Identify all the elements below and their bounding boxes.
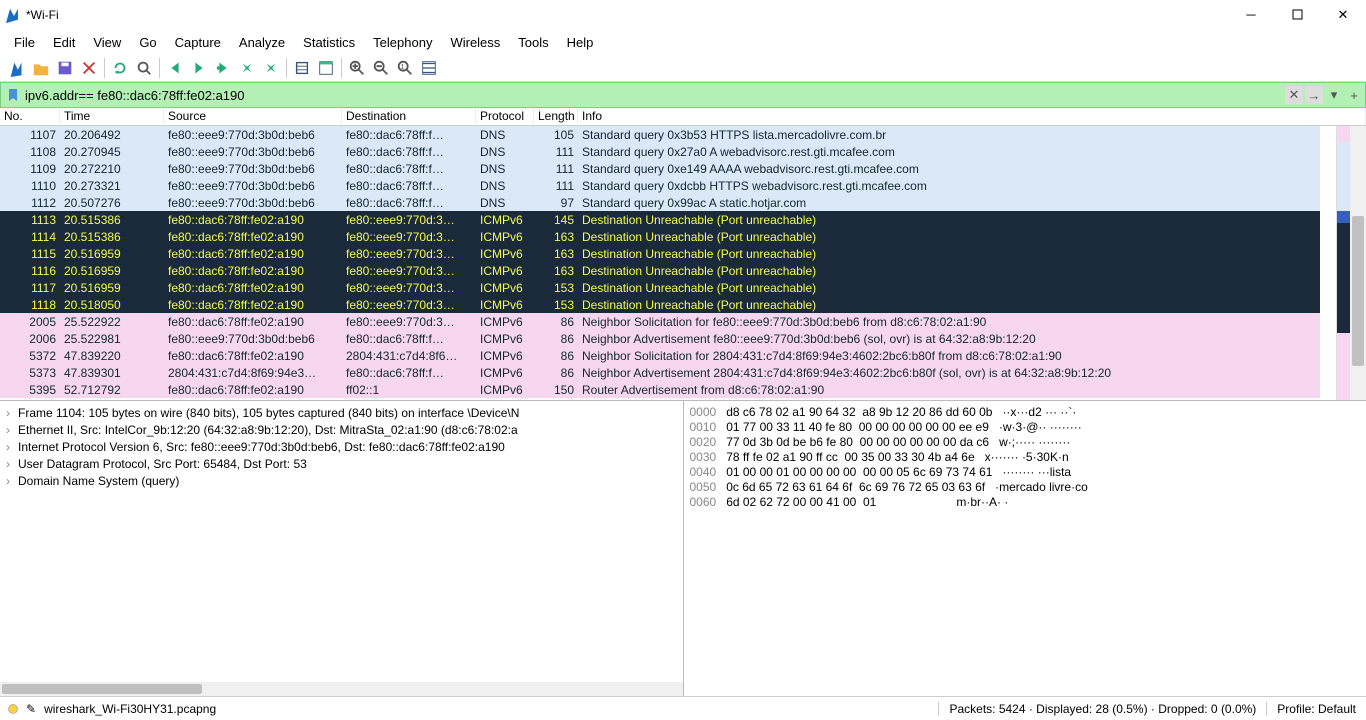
statusbar: ✎ wireshark_Wi-Fi30HY31.pcapng Packets: … [0, 696, 1366, 720]
colorize-button[interactable] [315, 57, 337, 79]
details-tree-item[interactable]: ›Ethernet II, Src: IntelCor_9b:12:20 (64… [6, 422, 677, 439]
close-button[interactable] [78, 57, 100, 79]
packet-list-pane[interactable]: 110720.206492fe80::eee9:770d:3b0d:beb6fe… [0, 126, 1366, 400]
first-button[interactable] [236, 57, 258, 79]
goto-button[interactable] [212, 57, 234, 79]
hex-line[interactable]: 0000 d8 c6 78 02 a1 90 64 32 a8 9b 12 20… [690, 405, 1361, 420]
lower-panes: ›Frame 1104: 105 bytes on wire (840 bits… [0, 400, 1366, 696]
col-proto[interactable]: Protocol [476, 108, 534, 125]
col-no[interactable]: No. [0, 108, 60, 125]
last-button[interactable] [260, 57, 282, 79]
titlebar: *Wi-Fi ─ ✕ [0, 0, 1366, 30]
wireshark-icon [4, 7, 20, 23]
hex-line[interactable]: 0060 6d 02 62 72 00 00 41 00 01 m·br··A·… [690, 495, 1361, 510]
packet-bytes-pane[interactable]: 0000 d8 c6 78 02 a1 90 64 32 a8 9b 12 20… [684, 401, 1366, 696]
clear-filter-button[interactable]: ✕ [1285, 86, 1303, 104]
resize-cols-button[interactable] [418, 57, 440, 79]
add-filter-button[interactable]: + [1345, 86, 1363, 104]
display-filter-input[interactable] [23, 86, 1285, 105]
zoom-in-button[interactable] [346, 57, 368, 79]
packet-list-header: No. Time Source Destination Protocol Len… [0, 108, 1366, 126]
packet-row[interactable]: 200625.522981fe80::eee9:770d:3b0d:beb6fe… [0, 330, 1320, 347]
bookmark-icon[interactable] [6, 88, 20, 102]
packet-row[interactable]: 111620.516959fe80::dac6:78ff:fe02:a190fe… [0, 262, 1320, 279]
profile-label[interactable]: Profile: Default [1267, 702, 1366, 716]
svg-text:1: 1 [401, 61, 405, 70]
col-len[interactable]: Length [534, 108, 578, 125]
packet-row[interactable]: 110720.206492fe80::eee9:770d:3b0d:beb6fe… [0, 126, 1320, 143]
packet-row[interactable]: 537347.8393012804:431:c7d4:8f69:94e3…fe8… [0, 364, 1320, 381]
reload-button[interactable] [109, 57, 131, 79]
details-tree-item[interactable]: ›Domain Name System (query) [6, 473, 677, 490]
capture-file-props-icon[interactable]: ✎ [26, 702, 36, 716]
menu-analyze[interactable]: Analyze [231, 33, 293, 52]
minimize-button[interactable]: ─ [1228, 0, 1274, 30]
display-filter-bar: ✕ → ▾ + [0, 82, 1366, 108]
menu-telephony[interactable]: Telephony [365, 33, 440, 52]
hex-line[interactable]: 0030 78 ff fe 02 a1 90 ff cc 00 35 00 33… [690, 450, 1361, 465]
window-title: *Wi-Fi [26, 8, 59, 22]
col-time[interactable]: Time [60, 108, 164, 125]
packet-row[interactable]: 111220.507276fe80::eee9:770d:3b0d:beb6fe… [0, 194, 1320, 211]
packet-row[interactable]: 200525.522922fe80::dac6:78ff:fe02:a190fe… [0, 313, 1320, 330]
col-src[interactable]: Source [164, 108, 342, 125]
hex-line[interactable]: 0010 01 77 00 33 11 40 fe 80 00 00 00 00… [690, 420, 1361, 435]
packet-row[interactable]: 111720.516959fe80::dac6:78ff:fe02:a190fe… [0, 279, 1320, 296]
details-tree-item[interactable]: ›Frame 1104: 105 bytes on wire (840 bits… [6, 405, 677, 422]
packet-counts-label: Packets: 5424 · Displayed: 28 (0.5%) · D… [938, 702, 1267, 716]
col-dst[interactable]: Destination [342, 108, 476, 125]
menu-tools[interactable]: Tools [510, 33, 556, 52]
hex-line[interactable]: 0020 77 0d 3b 0d be b6 fe 80 00 00 00 00… [690, 435, 1361, 450]
menu-help[interactable]: Help [559, 33, 602, 52]
menu-edit[interactable]: Edit [45, 33, 83, 52]
packet-row[interactable]: 111020.273321fe80::eee9:770d:3b0d:beb6fe… [0, 177, 1320, 194]
autoscroll-button[interactable] [291, 57, 313, 79]
details-tree-item[interactable]: ›User Datagram Protocol, Src Port: 65484… [6, 456, 677, 473]
packet-row[interactable]: 110820.270945fe80::eee9:770d:3b0d:beb6fe… [0, 143, 1320, 160]
packet-row[interactable]: 537247.839220fe80::dac6:78ff:fe02:a19028… [0, 347, 1320, 364]
menu-capture[interactable]: Capture [167, 33, 229, 52]
back-button[interactable] [164, 57, 186, 79]
packet-row[interactable]: 539552.712792fe80::dac6:78ff:fe02:a190ff… [0, 381, 1320, 398]
packet-minimap[interactable] [1336, 126, 1350, 400]
search-button[interactable] [133, 57, 155, 79]
zoom-reset-button[interactable]: 1 [394, 57, 416, 79]
zoom-out-button[interactable] [370, 57, 392, 79]
hex-line[interactable]: 0040 01 00 00 01 00 00 00 00 00 00 05 6c… [690, 465, 1361, 480]
details-hscroll[interactable] [0, 682, 683, 696]
menu-view[interactable]: View [85, 33, 129, 52]
hex-line[interactable]: 0050 0c 6d 65 72 63 61 64 6f 6c 69 76 72… [690, 480, 1361, 495]
close-button[interactable]: ✕ [1320, 0, 1366, 30]
packet-row[interactable]: 110920.272210fe80::eee9:770d:3b0d:beb6fe… [0, 160, 1320, 177]
menubar: FileEditViewGoCaptureAnalyzeStatisticsTe… [0, 30, 1366, 54]
menu-wireless[interactable]: Wireless [442, 33, 508, 52]
col-info[interactable]: Info [578, 108, 1366, 125]
filter-history-dropdown[interactable]: ▾ [1325, 86, 1343, 104]
packet-row[interactable]: 111820.518050fe80::dac6:78ff:fe02:a190fe… [0, 296, 1320, 313]
menu-go[interactable]: Go [131, 33, 164, 52]
fin-button[interactable] [6, 57, 28, 79]
save-button[interactable] [54, 57, 76, 79]
packet-list-scrollbar[interactable] [1350, 126, 1366, 400]
expert-info-icon[interactable] [8, 704, 18, 714]
folder-open-button[interactable] [30, 57, 52, 79]
details-tree-item[interactable]: ›Internet Protocol Version 6, Src: fe80:… [6, 439, 677, 456]
toolbar: 1 [0, 54, 1366, 82]
menu-statistics[interactable]: Statistics [295, 33, 363, 52]
apply-filter-button[interactable]: → [1305, 86, 1323, 104]
packet-details-pane[interactable]: ›Frame 1104: 105 bytes on wire (840 bits… [0, 401, 684, 696]
forward-button[interactable] [188, 57, 210, 79]
packet-row[interactable]: 111520.516959fe80::dac6:78ff:fe02:a190fe… [0, 245, 1320, 262]
menu-file[interactable]: File [6, 33, 43, 52]
packet-row[interactable]: 111320.515386fe80::dac6:78ff:fe02:a190fe… [0, 211, 1320, 228]
maximize-button[interactable] [1274, 0, 1320, 30]
capture-file-label: wireshark_Wi-Fi30HY31.pcapng [44, 702, 216, 716]
packet-row[interactable]: 111420.515386fe80::dac6:78ff:fe02:a190fe… [0, 228, 1320, 245]
